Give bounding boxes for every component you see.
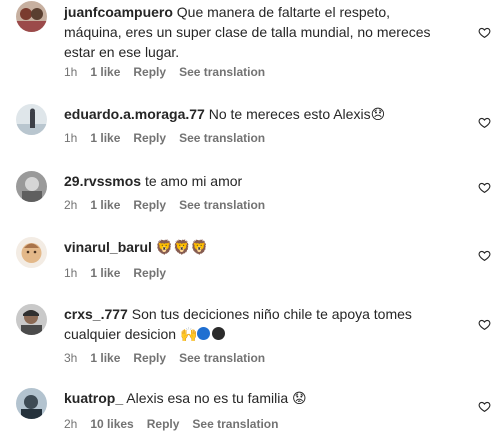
- comment-text: 29.rvssmos te amo mi amor: [64, 171, 436, 191]
- timestamp[interactable]: 1h: [64, 266, 77, 280]
- see-translation-button[interactable]: See translation: [192, 417, 278, 431]
- timestamp[interactable]: 2h: [64, 417, 77, 431]
- emoji: 🦁🦁🦁: [155, 239, 209, 255]
- comment-item: vinarul_barul 🦁🦁🦁 1h 1 like Reply: [0, 237, 500, 287]
- username[interactable]: kuatrop_: [64, 390, 123, 406]
- comment-item: juanfcoampuero Que manera de faltarte el…: [0, 1, 500, 82]
- see-translation-button[interactable]: See translation: [179, 351, 265, 365]
- reply-button[interactable]: Reply: [133, 65, 166, 79]
- comment-text: vinarul_barul 🦁🦁🦁: [64, 237, 436, 257]
- comment-meta: 1h 1 like Reply See translation: [64, 64, 278, 80]
- comment-meta: 1h 1 like Reply See translation: [64, 130, 278, 146]
- comment-item: eduardo.a.moraga.77 No te mereces esto A…: [0, 104, 500, 154]
- timestamp[interactable]: 1h: [64, 65, 77, 79]
- reply-button[interactable]: Reply: [133, 351, 166, 365]
- comment-item: kuatrop_ Alexis esa no es tu familia 😟 2…: [0, 388, 500, 438]
- comment-item: crxs_.777 Son tus deciciones niño chile …: [0, 304, 500, 368]
- heart-outline-icon[interactable]: [478, 181, 491, 194]
- comment-text: juanfcoampuero Que manera de faltarte el…: [64, 2, 436, 62]
- blue-circle-icon: [197, 327, 211, 340]
- emoji: 🙌: [179, 326, 198, 342]
- comment-body: te amo mi amor: [144, 173, 243, 189]
- comment-meta: 2h 10 likes Reply See translation: [64, 416, 291, 432]
- timestamp[interactable]: 2h: [64, 198, 77, 212]
- see-translation-button[interactable]: See translation: [179, 198, 265, 212]
- comment-meta: 1h 1 like Reply: [64, 265, 179, 281]
- reply-button[interactable]: Reply: [133, 131, 166, 145]
- avatar[interactable]: [16, 1, 47, 32]
- avatar[interactable]: [16, 388, 47, 419]
- comment-text: kuatrop_ Alexis esa no es tu familia 😟: [64, 388, 436, 408]
- username[interactable]: crxs_.777: [64, 306, 128, 322]
- like-count[interactable]: 1 like: [90, 266, 120, 280]
- avatar[interactable]: [16, 237, 47, 268]
- comment-text: eduardo.a.moraga.77 No te mereces esto A…: [64, 104, 436, 124]
- like-count[interactable]: 1 like: [90, 351, 120, 365]
- username[interactable]: 29.rvssmos: [64, 173, 141, 189]
- comment-body: Alexis esa no es tu familia: [126, 390, 289, 406]
- comment-text: crxs_.777 Son tus deciciones niño chile …: [64, 304, 436, 344]
- see-translation-button[interactable]: See translation: [179, 65, 265, 79]
- comment-item: 29.rvssmos te amo mi amor 2h 1 like Reply S…: [0, 171, 500, 221]
- heart-outline-icon[interactable]: [478, 318, 491, 331]
- heart-outline-icon[interactable]: [478, 400, 491, 413]
- see-translation-button[interactable]: See translation: [179, 131, 265, 145]
- comment-body: No te mereces esto Alexis: [208, 106, 371, 122]
- like-count[interactable]: 1 like: [90, 131, 120, 145]
- emoji: 😞: [370, 106, 386, 122]
- like-count[interactable]: 1 like: [90, 198, 120, 212]
- avatar[interactable]: [16, 304, 47, 335]
- comment-meta: 2h 1 like Reply See translation: [64, 197, 278, 213]
- comment-meta: 3h 1 like Reply See translation: [64, 350, 278, 366]
- emoji: 😟: [292, 390, 307, 406]
- avatar[interactable]: [16, 104, 47, 135]
- heart-outline-icon[interactable]: [478, 116, 491, 129]
- avatar[interactable]: [16, 171, 47, 202]
- username[interactable]: juanfcoampuero: [64, 4, 173, 20]
- reply-button[interactable]: Reply: [133, 266, 166, 280]
- heart-outline-icon[interactable]: [478, 26, 491, 39]
- timestamp[interactable]: 1h: [64, 131, 77, 145]
- like-count[interactable]: 1 like: [90, 65, 120, 79]
- username[interactable]: eduardo.a.moraga.77: [64, 106, 205, 122]
- reply-button[interactable]: Reply: [147, 417, 180, 431]
- black-circle-icon: [212, 327, 226, 340]
- like-count[interactable]: 10 likes: [90, 417, 133, 431]
- timestamp[interactable]: 3h: [64, 351, 77, 365]
- heart-outline-icon[interactable]: [478, 249, 491, 262]
- reply-button[interactable]: Reply: [133, 198, 166, 212]
- username[interactable]: vinarul_barul: [64, 239, 152, 255]
